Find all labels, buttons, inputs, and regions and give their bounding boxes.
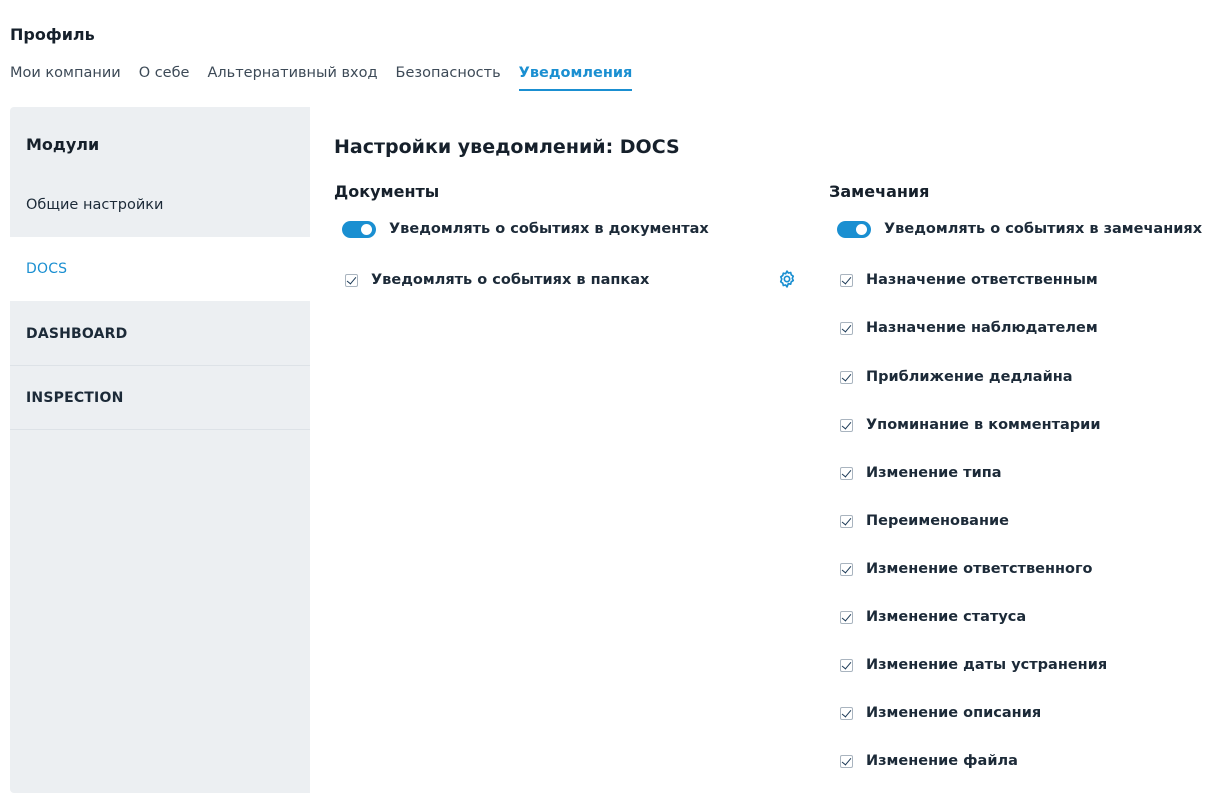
remarks-checkbox[interactable] — [840, 514, 853, 528]
remarks-checkbox[interactable] — [840, 273, 853, 287]
tab-my-companies[interactable]: Мои компании — [10, 63, 121, 91]
remarks-checkbox-label: Изменение типа — [866, 465, 1002, 481]
remarks-checkbox-label: Изменение даты устранения — [866, 657, 1108, 673]
remarks-option: Приближение дедлайна — [840, 366, 1073, 388]
sidebar-item-docs[interactable]: DOCS — [10, 237, 310, 301]
page-title: Профиль — [10, 25, 95, 44]
remarks-toggle-label: Уведомлять о событиях в замечаниях — [884, 221, 1203, 237]
sidebar-item-general-settings[interactable]: Общие настройки — [10, 173, 310, 237]
remarks-option: Изменение статуса — [840, 606, 1026, 628]
remarks-checkbox-label: Изменение описания — [866, 705, 1042, 721]
remarks-option: Изменение описания — [840, 702, 1041, 724]
folders-checkbox[interactable] — [345, 273, 358, 287]
remarks-option: Назначение ответственным — [840, 269, 1098, 291]
remarks-checkbox-label: Переименование — [866, 513, 1009, 529]
remarks-checkbox-label: Изменение ответственного — [866, 561, 1093, 577]
modules-sidebar: Модули Общие настройки DOCS DASHBOARD IN… — [10, 107, 310, 793]
remarks-option: Изменение файла — [840, 750, 1018, 772]
remarks-option: Изменение типа — [840, 462, 1002, 484]
remarks-checkbox[interactable] — [840, 658, 853, 672]
remarks-checkbox[interactable] — [840, 418, 853, 432]
remarks-option: Упоминание в комментарии — [840, 414, 1101, 436]
remarks-option: Назначение наблюдателем — [840, 317, 1098, 339]
remarks-checkbox-label: Назначение наблюдателем — [866, 320, 1098, 336]
remarks-option: Изменение даты устранения — [840, 654, 1107, 676]
remarks-checkbox-label: Упоминание в комментарии — [866, 417, 1101, 433]
tab-security[interactable]: Безопасность — [396, 63, 501, 91]
sidebar-item-dashboard[interactable]: DASHBOARD — [10, 302, 310, 366]
remarks-checkbox[interactable] — [840, 370, 853, 384]
folders-checkbox-label: Уведомлять о событиях в папках — [371, 272, 650, 288]
remarks-checkbox[interactable] — [840, 706, 853, 720]
remarks-toggle-row: Уведомлять о событиях в замечаниях — [837, 218, 1202, 240]
remarks-checkbox-label: Изменение статуса — [866, 609, 1027, 625]
gear-icon[interactable] — [777, 269, 797, 289]
remarks-checkbox-label: Изменение файла — [866, 753, 1018, 769]
tab-about[interactable]: О себе — [139, 63, 190, 91]
profile-tabs: Мои компании О себе Альтернативный вход … — [10, 63, 650, 91]
documents-toggle[interactable] — [342, 220, 376, 238]
remarks-checkbox[interactable] — [840, 754, 853, 768]
documents-option-folders: Уведомлять о событиях в папках — [345, 269, 649, 291]
remarks-checkbox[interactable] — [840, 610, 853, 624]
tab-notifications[interactable]: Уведомления — [518, 63, 633, 91]
documents-toggle-label: Уведомлять о событиях в документах — [389, 221, 709, 237]
remarks-checkbox-label: Назначение ответственным — [866, 272, 1098, 288]
remarks-option: Переименование — [840, 510, 1009, 532]
tab-alternative-login[interactable]: Альтернативный вход — [207, 63, 377, 91]
remarks-checkbox[interactable] — [840, 466, 853, 480]
documents-toggle-row: Уведомлять о событиях в документах — [342, 218, 709, 240]
remarks-checkbox-label: Приближение дедлайна — [866, 369, 1073, 385]
sidebar-heading: Модули — [26, 135, 100, 154]
documents-section-title: Документы — [334, 182, 440, 201]
sidebar-item-inspection[interactable]: INSPECTION — [10, 366, 310, 430]
remarks-option: Изменение ответственного — [840, 558, 1093, 580]
remarks-checkbox[interactable] — [840, 321, 853, 335]
remarks-section-title: Замечания — [829, 182, 930, 201]
remarks-checkbox[interactable] — [840, 562, 853, 576]
settings-title: Настройки уведомлений: DOCS — [334, 136, 680, 158]
remarks-toggle[interactable] — [837, 220, 871, 238]
